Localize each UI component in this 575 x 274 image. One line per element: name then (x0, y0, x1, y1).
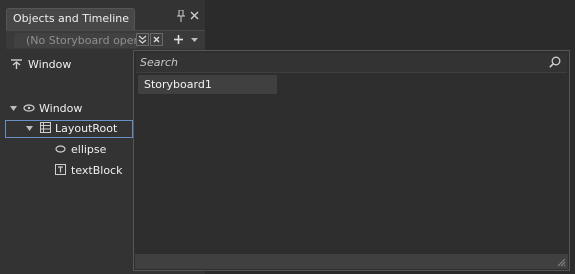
panel-tab[interactable]: Objects and Timeline (6, 8, 135, 30)
textblock-icon (55, 164, 66, 175)
expand-arrow-icon[interactable] (26, 126, 33, 132)
scope-up-icon[interactable] (10, 58, 23, 70)
close-icon (153, 36, 160, 43)
panel-title: Objects and Timeline (13, 12, 130, 25)
storyboard-picker-popup: Storyboard1 (133, 50, 570, 271)
dropdown-arrow-icon[interactable] (191, 38, 198, 43)
tree-item-label: Window (39, 102, 83, 115)
storyboard-list-item[interactable]: Storyboard1 (138, 75, 277, 94)
expand-arrow-icon[interactable] (10, 106, 17, 112)
scope-label: Window (28, 58, 72, 71)
storyboard-picker-button[interactable] (136, 33, 149, 46)
search-box (136, 53, 567, 73)
window-element-icon (23, 104, 35, 112)
search-icon[interactable] (549, 56, 561, 68)
tree-item-label: ellipse (71, 143, 107, 156)
close-icon[interactable] (190, 11, 199, 20)
search-input[interactable] (140, 54, 540, 70)
storyboard-toolbar: (No Storyboard open) (6, 30, 205, 49)
storyboard-dropdown[interactable]: (No Storyboard open) (14, 33, 138, 48)
close-storyboard-button[interactable] (150, 33, 163, 46)
double-chevron-down-icon (138, 35, 147, 44)
add-storyboard-plus-icon[interactable] (173, 34, 184, 45)
ellipse-icon (55, 145, 66, 153)
popup-footer (135, 254, 568, 269)
tree-item-label: LayoutRoot (55, 122, 118, 135)
pin-icon[interactable] (176, 10, 186, 22)
resize-grip-icon[interactable] (556, 257, 566, 267)
tree-item-label: textBlock (71, 164, 123, 177)
grid-icon (40, 122, 51, 133)
